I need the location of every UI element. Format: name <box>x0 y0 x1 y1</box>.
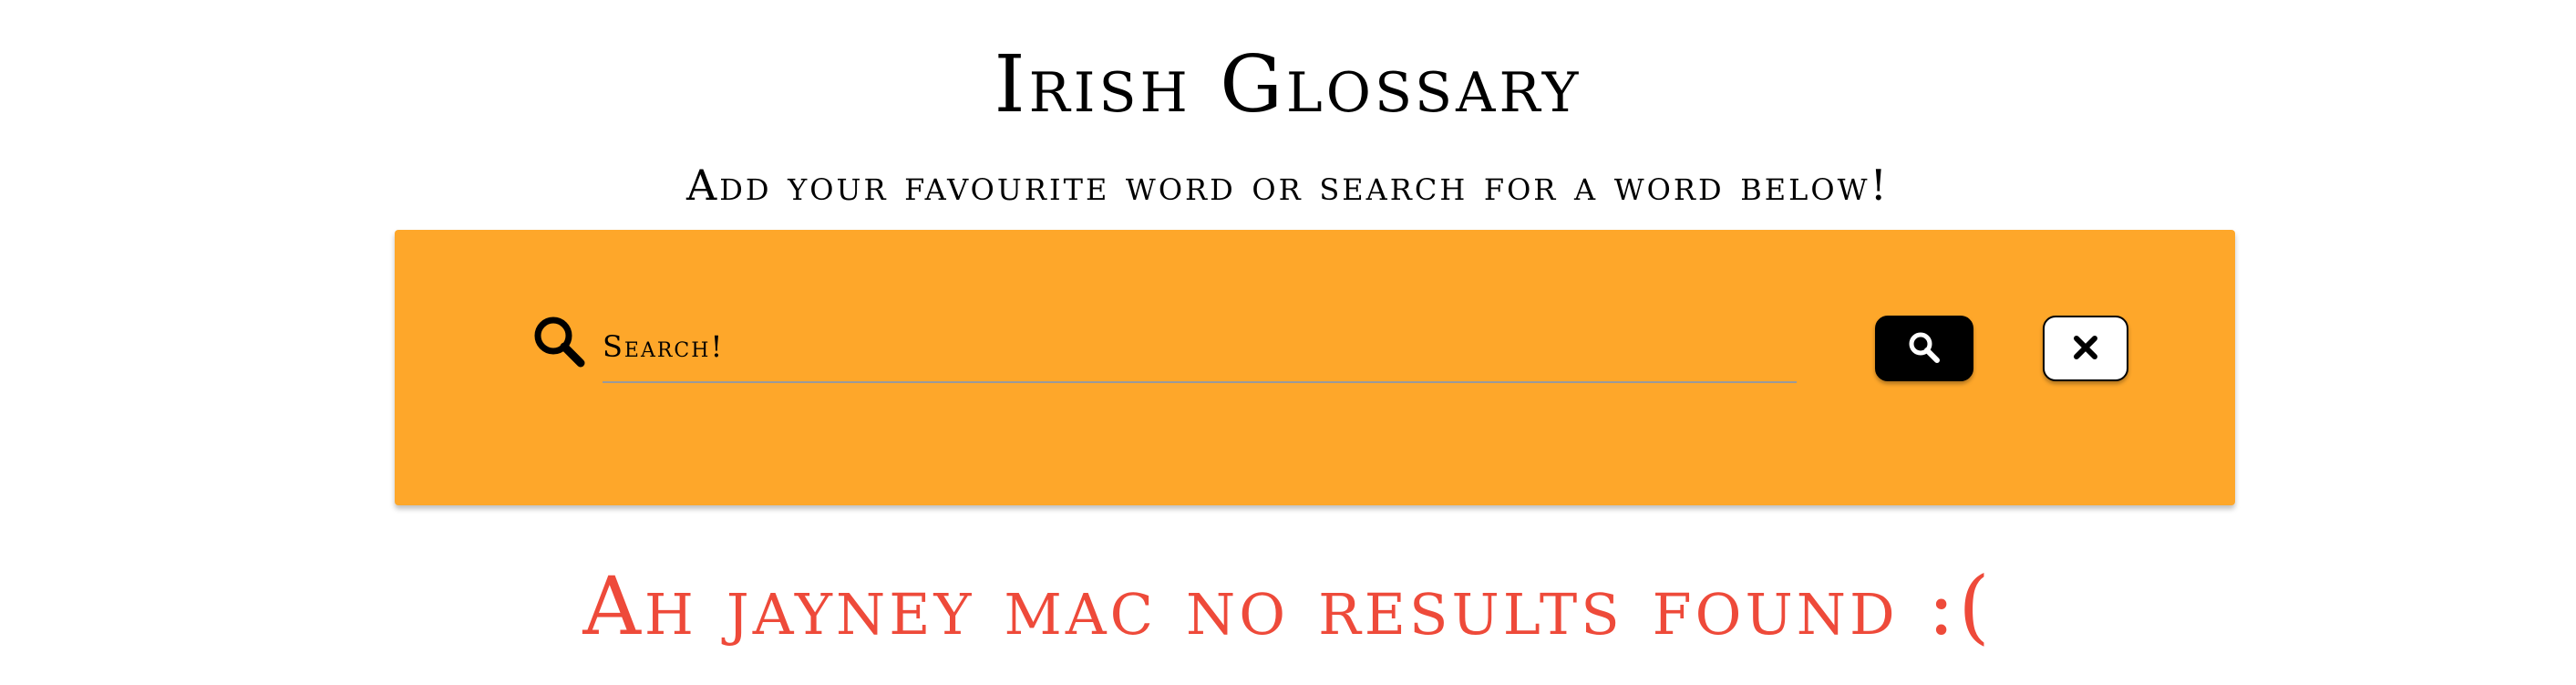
search-panel <box>395 230 2235 505</box>
page-subtitle: Add your favourite word or search for a … <box>685 161 1890 210</box>
search-button[interactable] <box>1875 316 1973 381</box>
page-title: Irish Glossary <box>994 39 1582 130</box>
search-input[interactable] <box>603 312 1797 383</box>
no-results-message: Ah jayney mac no results found :( <box>582 559 1994 653</box>
search-icon <box>531 314 586 368</box>
search-icon <box>1906 329 1942 368</box>
close-icon <box>2070 332 2101 366</box>
clear-button[interactable] <box>2043 316 2128 381</box>
